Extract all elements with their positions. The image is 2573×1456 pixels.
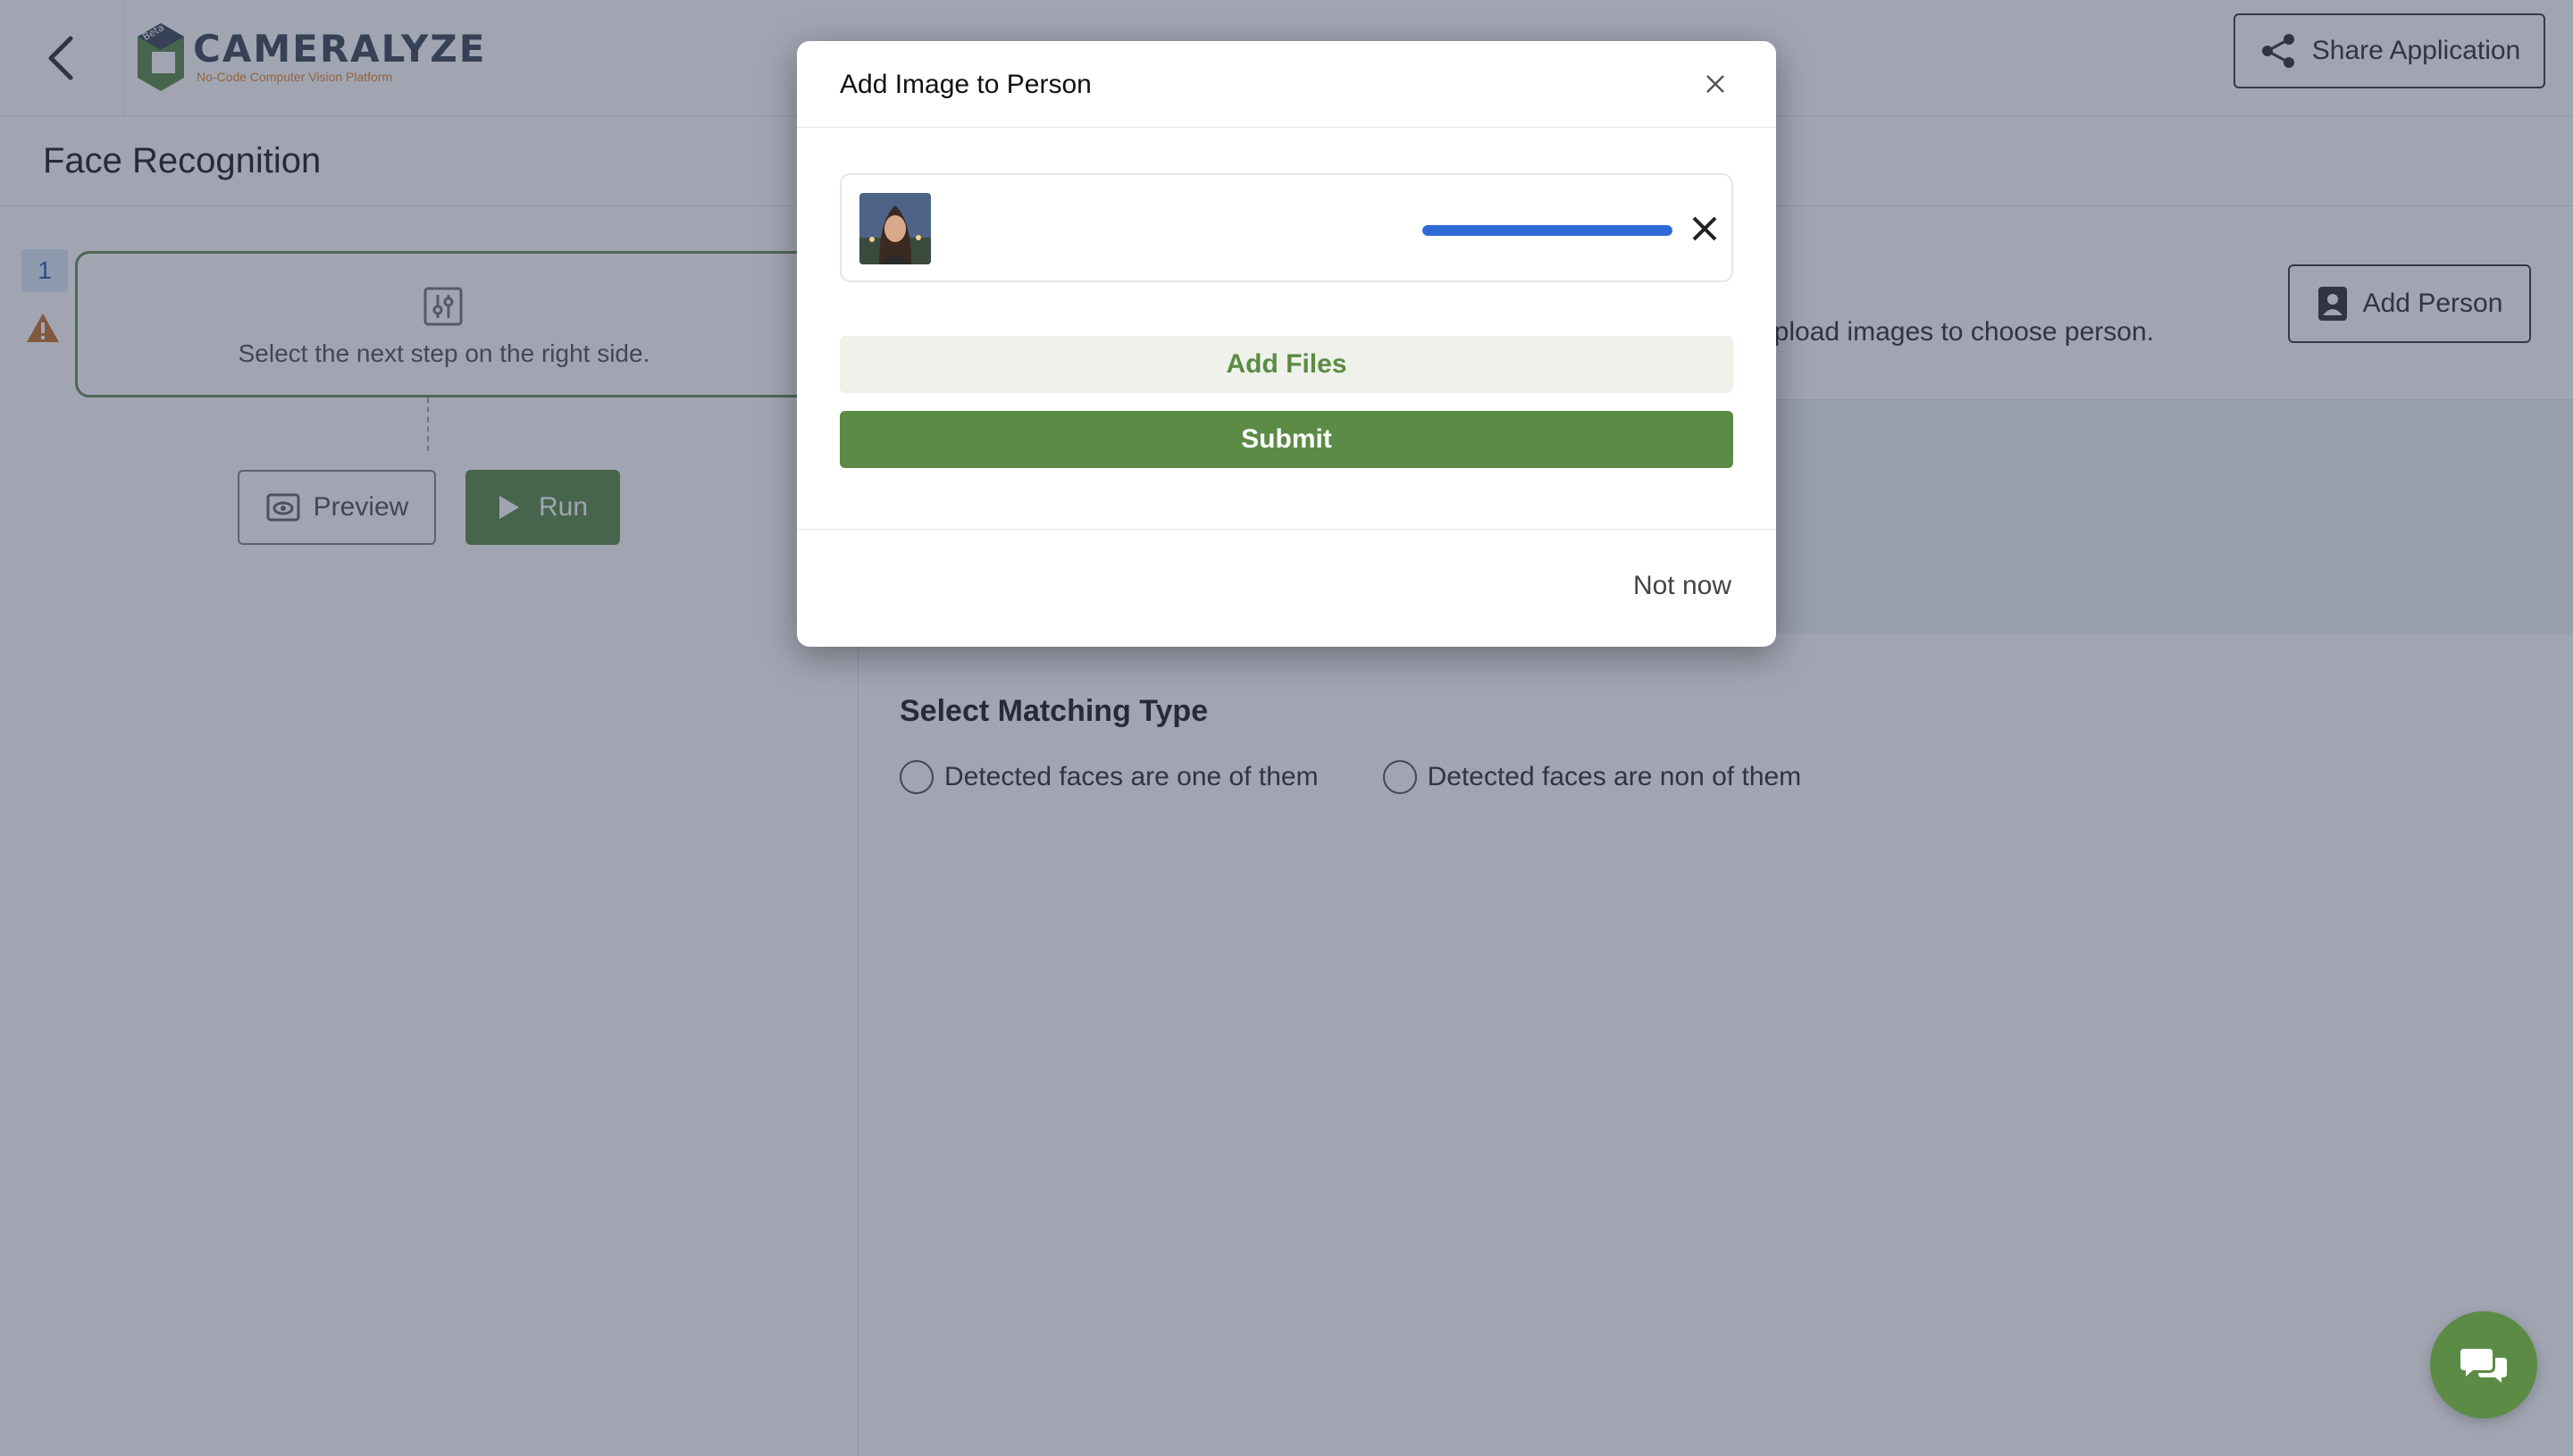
- uploaded-image-thumbnail: [859, 193, 931, 264]
- submit-button[interactable]: Submit: [840, 411, 1733, 468]
- not-now-button[interactable]: Not now: [1633, 571, 1731, 601]
- remove-file-button[interactable]: [1687, 211, 1722, 247]
- uploaded-file-item: [840, 173, 1733, 282]
- chat-button[interactable]: [2430, 1311, 2537, 1418]
- modal-title: Add Image to Person: [840, 70, 1092, 99]
- app-page: Beta CAMERALYZE No-Code Computer Vision …: [0, 0, 2573, 1456]
- close-icon: [1706, 75, 1724, 93]
- add-files-button[interactable]: Add Files: [840, 336, 1733, 393]
- modal-header: Add Image to Person: [797, 41, 1776, 128]
- modal-footer: Not now: [797, 529, 1776, 648]
- modal-close-button[interactable]: [1697, 66, 1733, 102]
- chat-icon: [2460, 1349, 2507, 1383]
- upload-progress-fill: [1422, 225, 1672, 236]
- upload-progress-bar: [1422, 225, 1672, 236]
- add-image-modal: Add Image to Person Add Files Submit Not…: [797, 41, 1776, 647]
- remove-file-icon: [1692, 216, 1717, 241]
